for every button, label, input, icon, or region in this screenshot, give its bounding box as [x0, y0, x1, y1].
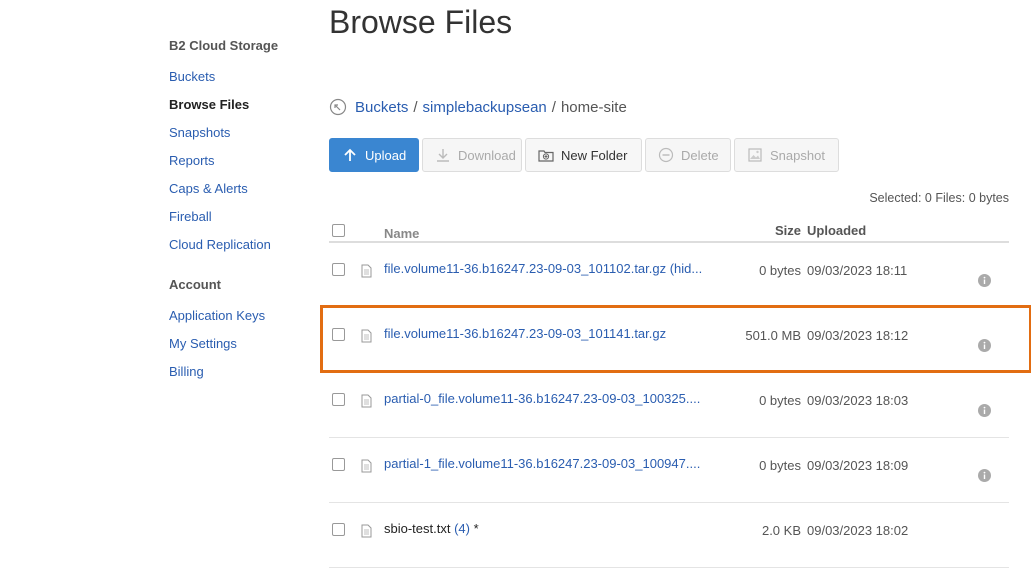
file-size: 0 bytes [759, 263, 801, 278]
download-icon [435, 147, 451, 163]
arrow-up-icon [342, 147, 358, 163]
row-checkbox[interactable] [332, 393, 345, 406]
selection-summary: Selected: 0 Files: 0 bytes [869, 191, 1009, 205]
column-header-size[interactable]: Size [775, 223, 801, 238]
page-title: Browse Files [329, 4, 513, 40]
upload-button[interactable]: Upload [329, 138, 419, 172]
snapshot-button[interactable]: Snapshot [734, 138, 839, 172]
row-checkbox[interactable] [332, 263, 345, 276]
file-name-link[interactable]: partial-0_file.volume11-36.b16247.23-09-… [384, 391, 700, 406]
file-name-link[interactable]: file.volume11-36.b16247.23-09-03_101102.… [384, 261, 702, 276]
new-folder-label: New Folder [561, 147, 628, 163]
row-checkbox[interactable] [332, 458, 345, 471]
file-size: 0 bytes [759, 458, 801, 473]
file-icon [361, 329, 372, 343]
sidebar: B2 Cloud Storage Buckets Browse Files Sn… [169, 38, 309, 390]
minus-circle-icon [658, 147, 674, 163]
file-size: 501.0 MB [745, 328, 801, 343]
download-button[interactable]: Download [422, 138, 522, 172]
table-row: sbio-test.txt (4) * 2.0 KB 09/03/2023 18… [329, 503, 1009, 568]
file-name-text: sbio-test.txt [384, 521, 451, 536]
file-name[interactable]: sbio-test.txt (4) * [384, 521, 479, 536]
info-icon[interactable] [978, 404, 991, 417]
breadcrumb-current: home-site [560, 98, 627, 116]
file-size: 0 bytes [759, 393, 801, 408]
sidebar-item-fireball[interactable]: Fireball [169, 207, 309, 235]
snapshot-label: Snapshot [770, 147, 825, 163]
sidebar-item-my-settings[interactable]: My Settings [169, 334, 309, 362]
table-row: file.volume11-36.b16247.23-09-03_101141.… [329, 308, 1009, 373]
new-folder-icon [538, 147, 554, 163]
breadcrumb-buckets-link[interactable]: Buckets [355, 99, 408, 116]
breadcrumb-separator: / [551, 98, 556, 116]
file-table: Name Size Uploaded file.volume11-36.b162… [329, 218, 1009, 568]
file-name-suffix: * [469, 521, 479, 536]
breadcrumb-bucket-link[interactable]: simplebackupsean [423, 99, 547, 116]
table-row: partial-0_file.volume11-36.b16247.23-09-… [329, 373, 1009, 438]
file-icon [361, 459, 372, 473]
info-icon[interactable] [978, 469, 991, 482]
table-row: file.volume11-36.b16247.23-09-03_101102.… [329, 243, 1009, 308]
sidebar-item-caps-alerts[interactable]: Caps & Alerts [169, 179, 309, 207]
file-uploaded: 09/03/2023 18:03 [807, 393, 909, 408]
delete-button[interactable]: Delete [645, 138, 731, 172]
sidebar-item-browse-files[interactable]: Browse Files [169, 95, 309, 123]
file-name-link[interactable]: partial-1_file.volume11-36.b16247.23-09-… [384, 456, 700, 471]
file-icon [361, 264, 372, 278]
file-name-link[interactable]: file.volume11-36.b16247.23-09-03_101141.… [384, 326, 666, 341]
breadcrumb-separator: / [413, 98, 418, 116]
toolbar: Upload Download New Folder Delete Snapsh… [329, 138, 839, 172]
row-checkbox[interactable] [332, 523, 345, 536]
new-folder-button[interactable]: New Folder [525, 138, 642, 172]
file-uploaded: 09/03/2023 18:02 [807, 523, 909, 538]
file-icon [361, 524, 372, 538]
file-uploaded: 09/03/2023 18:12 [807, 328, 909, 343]
table-row: partial-1_file.volume11-36.b16247.23-09-… [329, 438, 1009, 503]
column-header-uploaded[interactable]: Uploaded [807, 223, 866, 238]
info-icon[interactable] [978, 274, 991, 287]
file-icon [361, 394, 372, 408]
download-label: Download [458, 147, 516, 163]
info-icon[interactable] [978, 339, 991, 352]
upload-label: Upload [365, 147, 407, 163]
sidebar-item-buckets[interactable]: Buckets [169, 67, 309, 95]
file-uploaded: 09/03/2023 18:11 [807, 263, 908, 278]
sidebar-item-application-keys[interactable]: Application Keys [169, 306, 309, 334]
file-size: 2.0 KB [761, 523, 801, 538]
version-count-link[interactable]: (4) [454, 521, 470, 536]
sidebar-item-reports[interactable]: Reports [169, 151, 309, 179]
delete-label: Delete [681, 147, 719, 163]
snapshot-icon [747, 147, 763, 163]
select-all-checkbox[interactable] [332, 224, 345, 237]
sidebar-item-cloud-replication[interactable]: Cloud Replication [169, 235, 309, 263]
sidebar-item-snapshots[interactable]: Snapshots [169, 123, 309, 151]
file-uploaded: 09/03/2023 18:09 [807, 458, 909, 473]
table-header: Name Size Uploaded [329, 218, 1009, 243]
sidebar-section-account: Account [169, 277, 221, 292]
sidebar-section-b2: B2 Cloud Storage [169, 38, 279, 53]
column-header-name[interactable]: Name [384, 226, 419, 241]
breadcrumb: Buckets / simplebackupsean / home-site [329, 96, 627, 118]
sidebar-item-billing[interactable]: Billing [169, 362, 309, 390]
row-checkbox[interactable] [332, 328, 345, 341]
folder-up-icon[interactable] [329, 98, 347, 116]
